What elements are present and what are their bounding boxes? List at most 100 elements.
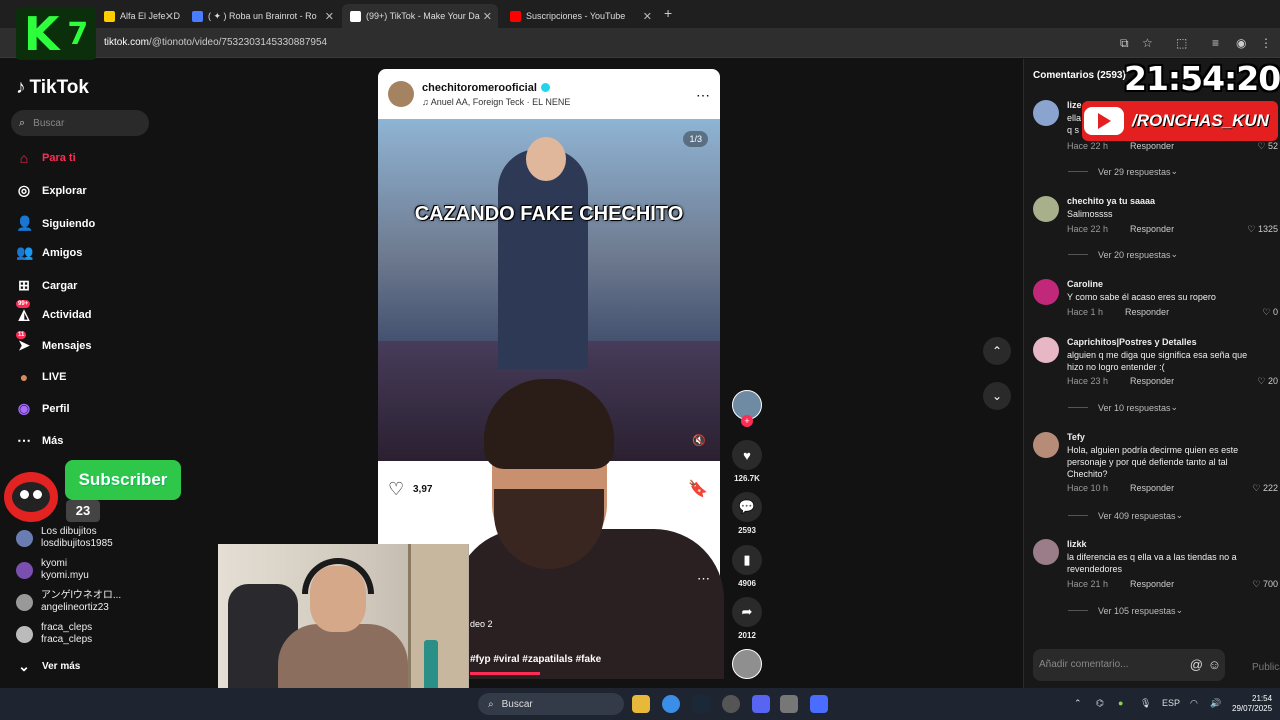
reply-button[interactable]: Responder [1125, 307, 1169, 317]
comment-user[interactable]: Caroline [1067, 279, 1103, 289]
bookmark-star-icon[interactable]: ☆ [1142, 36, 1153, 50]
obs-icon[interactable] [722, 695, 740, 713]
mention-icon[interactable]: @ [1190, 657, 1203, 672]
app-icon[interactable] [810, 695, 828, 713]
avatar[interactable] [1033, 337, 1059, 363]
tab-close-icon[interactable]: ✕ [483, 10, 492, 23]
like-action[interactable]: ♥ 126.7K [732, 440, 762, 483]
post-hashtags[interactable]: #fyp #viral #zapatilals #fake [470, 654, 601, 665]
nav-mensajes[interactable]: ➤ 11 Mensajes [16, 331, 92, 354]
url-text[interactable]: tiktok.com/@tionoto/video/75323031453308… [104, 37, 327, 48]
taskbar-search[interactable]: ⌕ Buscar [478, 693, 624, 715]
discord-icon[interactable] [752, 695, 770, 713]
comment-item: Caroline Y como sabe él acaso eres su ro… [1033, 279, 1278, 319]
save-action[interactable]: ▮ 4906 [732, 545, 762, 588]
avatar[interactable] [1033, 539, 1059, 565]
video-progress-bar[interactable] [470, 672, 540, 675]
nav-mas[interactable]: ⋯ Más [16, 432, 63, 449]
media-icon[interactable]: ≡ [1212, 36, 1219, 50]
followed-account[interactable]: fraca_cleps fraca_cleps [16, 622, 92, 646]
tray-network-icon[interactable]: ⌬ [1096, 698, 1104, 709]
menu-icon[interactable]: ⋮ [1260, 36, 1272, 50]
nav-amigos[interactable]: 👥 Amigos [16, 244, 82, 261]
publish-button[interactable]: Publicar [1252, 662, 1280, 673]
followed-account[interactable]: kyomi kyomi.myu [16, 558, 89, 582]
like-icon[interactable]: ♡ [388, 479, 404, 500]
nav-explorar[interactable]: ◎ Explorar [16, 182, 87, 199]
new-tab-button[interactable]: + [664, 5, 672, 21]
avatar[interactable] [1033, 279, 1059, 305]
comment-likes[interactable]: ♡ 0 [1262, 307, 1278, 318]
tab-close-icon[interactable]: ✕ [643, 10, 652, 23]
comment-user[interactable]: Caprichitos|Postres y Detalles [1067, 337, 1197, 347]
wifi-icon[interactable]: ◠ [1190, 698, 1198, 709]
microphone-icon[interactable]: 🎙 [1140, 698, 1151, 709]
avatar[interactable] [1033, 100, 1059, 126]
followed-account[interactable]: Los dibujitos losdibujitos1985 [16, 526, 113, 550]
view-replies-button[interactable]: Ver 20 respuestas ⌄ [1068, 249, 1178, 260]
browser-tab[interactable]: Alfa El Jefe - De ✕ [96, 4, 180, 28]
comment-user[interactable]: Tefy [1067, 432, 1085, 442]
comment-user[interactable]: lize [1067, 100, 1082, 110]
tray-chevron-icon[interactable]: ⌃ [1074, 698, 1082, 709]
address-bar[interactable]: tiktok.com/@tionoto/video/75323031453308… [0, 28, 1280, 58]
share-action[interactable]: ➦ 2012 [732, 597, 762, 640]
comment-user[interactable]: lizkk [1067, 539, 1087, 549]
see-more-button[interactable]: ⌄ Ver más [16, 658, 80, 675]
avatar[interactable] [388, 81, 414, 107]
file-explorer-icon[interactable] [632, 695, 650, 713]
nav-para-ti[interactable]: ⌂ Para ti [16, 150, 76, 166]
post-song[interactable]: ♫ Anuel AA, Foreign Teck · EL NENE [422, 97, 570, 107]
chrome-icon[interactable] [662, 695, 680, 713]
profile-icon[interactable]: ◉ [1236, 36, 1246, 50]
avatar[interactable] [1033, 432, 1059, 458]
view-replies-button[interactable]: Ver 105 respuestas ⌄ [1068, 605, 1183, 616]
followed-account[interactable]: アンゲlウネオロ... angelineortiz23 [16, 590, 121, 614]
follow-plus-icon[interactable]: + [741, 415, 753, 427]
steam-icon[interactable] [692, 695, 710, 713]
nav-siguiendo[interactable]: 👤 Siguiendo [16, 215, 95, 232]
comment-likes[interactable]: ♡ 1325 [1247, 224, 1278, 235]
comment-likes[interactable]: ♡ 52 [1257, 141, 1278, 152]
next-video-button[interactable]: ⌄ [983, 382, 1011, 410]
comment-likes[interactable]: ♡ 20 [1257, 376, 1278, 387]
nav-live[interactable]: ● LIVE [16, 369, 67, 385]
browser-tab[interactable]: Suscripciones - YouTube ✕ [502, 4, 658, 28]
reply-button[interactable]: Responder [1130, 141, 1174, 151]
view-replies-button[interactable]: Ver 10 respuestas ⌄ [1068, 402, 1178, 413]
taskbar-clock[interactable]: 21:54 29/07/2025 [1232, 694, 1272, 714]
nav-cargar[interactable]: ⊞ Cargar [16, 277, 77, 294]
nav-perfil[interactable]: ◉ Perfil [16, 400, 70, 417]
more-options-icon[interactable]: ⋯ [696, 87, 710, 104]
comment-likes[interactable]: ♡ 222 [1252, 483, 1278, 494]
comment-input[interactable]: Añadir comentario... @ ☺ [1033, 649, 1225, 681]
post-username[interactable]: chechitoromerooficial [422, 82, 570, 94]
emoji-icon[interactable]: ☺ [1208, 657, 1221, 672]
language-indicator[interactable]: ESP [1162, 698, 1180, 708]
reply-button[interactable]: Responder [1130, 224, 1174, 234]
tiktok-logo[interactable]: ♪ TikTok [16, 77, 89, 99]
browser-tab[interactable]: ( ✦ ) Roba un Brainrot - Ro ✕ [184, 4, 340, 28]
comment-user[interactable]: chechito ya tu saaaa [1067, 196, 1155, 206]
tab-close-icon[interactable]: ✕ [325, 10, 334, 23]
reply-button[interactable]: Responder [1130, 376, 1174, 386]
tab-close-icon[interactable]: ✕ [165, 10, 174, 23]
music-disc-icon[interactable] [732, 649, 762, 679]
avatar[interactable] [1033, 196, 1059, 222]
comment-likes[interactable]: ♡ 700 [1252, 579, 1278, 590]
previous-video-button[interactable]: ⌃ [983, 337, 1011, 365]
browser-tab-active[interactable]: (99+) TikTok - Make Your Da ✕ [342, 4, 498, 28]
view-replies-button[interactable]: Ver 409 respuestas ⌄ [1068, 510, 1183, 521]
comment-action[interactable]: 💬 2593 [732, 492, 762, 535]
settings-icon[interactable] [780, 695, 798, 713]
nav-actividad[interactable]: ◭ 99+ Actividad [16, 300, 92, 323]
reply-button[interactable]: Responder [1130, 579, 1174, 589]
tray-app-icon[interactable]: ● [1118, 698, 1123, 708]
search-input[interactable]: ⌕ Buscar [11, 110, 149, 136]
view-replies-button[interactable]: Ver 29 respuestas ⌄ [1068, 166, 1178, 177]
volume-icon[interactable]: 🔊 [1210, 698, 1221, 709]
reply-button[interactable]: Responder [1130, 483, 1174, 493]
more-options-icon[interactable]: ⋯ [697, 571, 710, 587]
cast-icon[interactable]: ⧉ [1120, 36, 1129, 51]
extensions-icon[interactable]: ⬚ [1176, 36, 1187, 50]
